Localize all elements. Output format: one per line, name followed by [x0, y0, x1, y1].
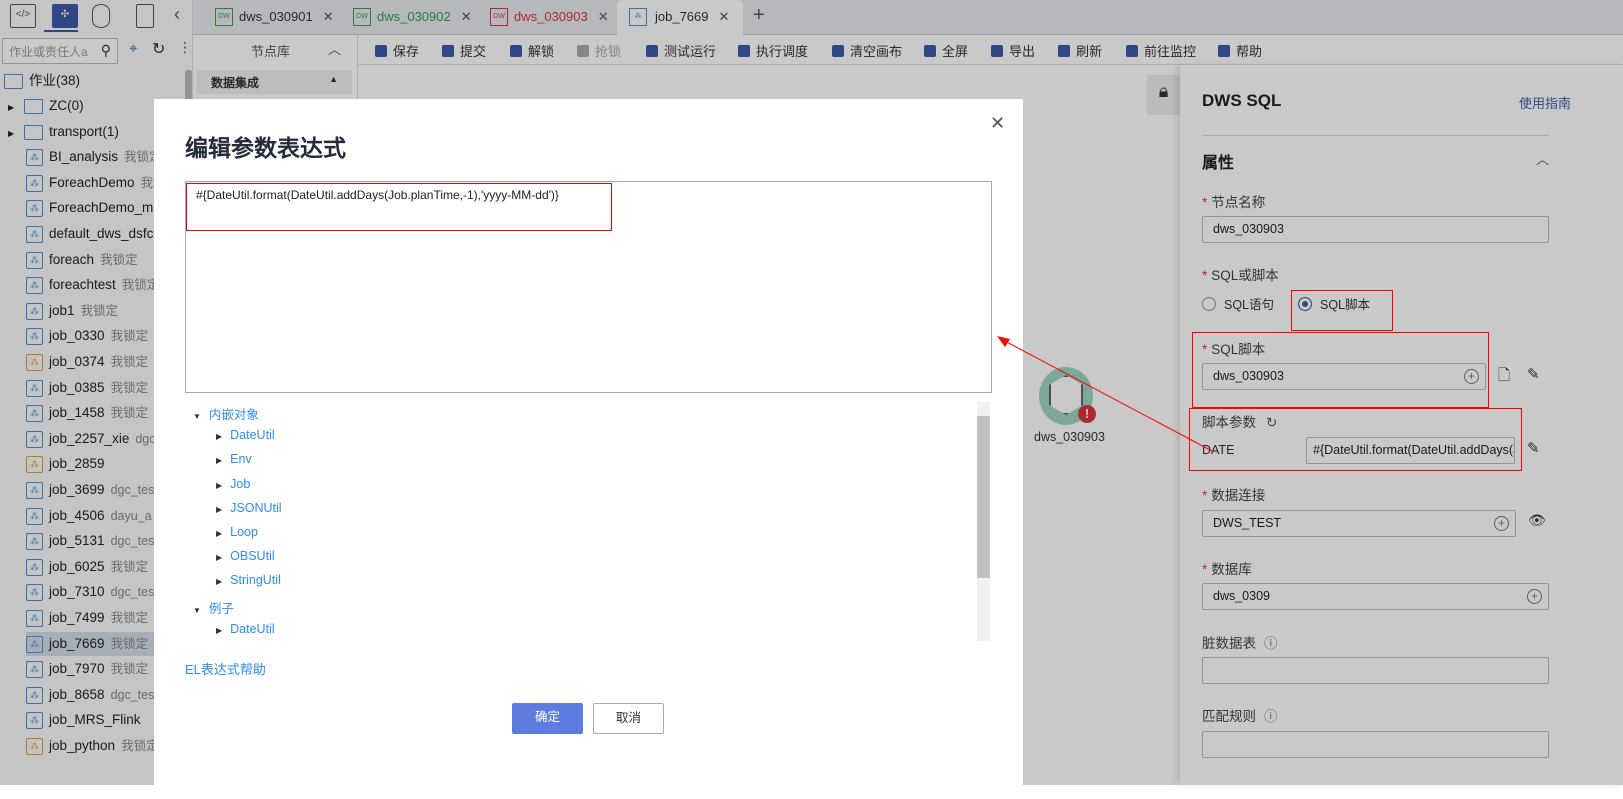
annotation-arrow: [997, 336, 1213, 452]
